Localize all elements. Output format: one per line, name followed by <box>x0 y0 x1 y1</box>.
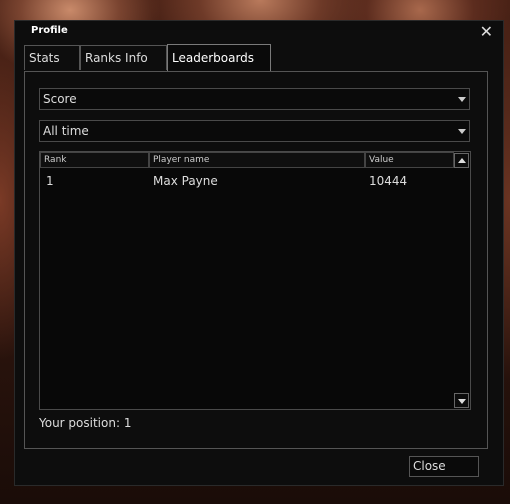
table-row[interactable]: 1 Max Payne 10444 <box>40 172 453 190</box>
cell-rank: 1 <box>46 174 54 188</box>
scroll-down-button[interactable] <box>454 393 469 408</box>
title-bar: Profile ✕ <box>15 21 503 43</box>
chevron-down-icon <box>458 97 466 102</box>
period-dropdown-value: All time <box>43 124 89 138</box>
column-header-player-name[interactable]: Player name <box>149 152 365 168</box>
leaderboard-table: Rank Player name Value 1 Max Payne 10444 <box>39 151 471 410</box>
period-dropdown[interactable]: All time <box>39 120 470 142</box>
tab-leaderboards[interactable]: Leaderboards <box>167 44 271 71</box>
dialog-title: Profile <box>31 25 68 36</box>
chevron-down-icon <box>458 129 466 134</box>
stat-dropdown[interactable]: Score <box>39 88 470 110</box>
scroll-up-button[interactable] <box>454 153 469 168</box>
column-header-rank[interactable]: Rank <box>40 152 149 168</box>
cell-value: 10444 <box>369 174 408 188</box>
profile-dialog: Profile ✕ Stats Ranks Info Leaderboards … <box>14 20 504 486</box>
tab-label: Ranks Info <box>85 51 148 65</box>
close-button[interactable]: Close <box>409 456 479 477</box>
your-position-label: Your position: 1 <box>39 416 132 430</box>
tab-label: Leaderboards <box>172 51 255 65</box>
arrow-up-icon <box>458 158 466 163</box>
cell-player-name: Max Payne <box>153 174 218 188</box>
close-icon[interactable]: ✕ <box>480 24 493 40</box>
stat-dropdown-value: Score <box>43 92 77 106</box>
tab-ranks-info[interactable]: Ranks Info <box>80 45 167 70</box>
arrow-down-icon <box>458 399 466 404</box>
tab-label: Stats <box>29 51 60 65</box>
table-header: Rank Player name Value <box>40 152 454 168</box>
column-header-value[interactable]: Value <box>365 152 454 168</box>
tab-stats[interactable]: Stats <box>24 45 80 70</box>
